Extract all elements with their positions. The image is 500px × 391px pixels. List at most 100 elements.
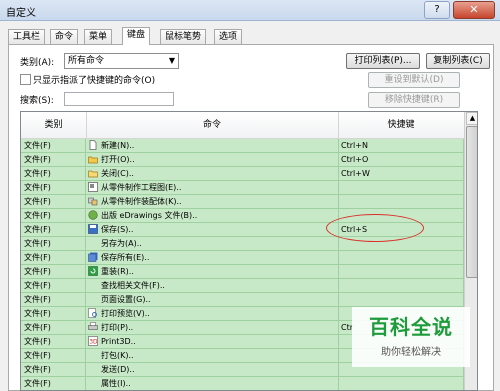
row-command: 3D Print3D.. bbox=[86, 335, 339, 348]
scroll-thumb[interactable] bbox=[466, 126, 477, 278]
row-category: 文件(F) bbox=[21, 195, 86, 208]
table-row[interactable]: 文件(F) 从零件制作装配体(K).. bbox=[21, 195, 477, 209]
watermark-title: 百科全说 bbox=[369, 315, 453, 339]
row-category: 文件(F) bbox=[21, 153, 86, 166]
table-row[interactable]: 文件(F) 保存所有(E).. bbox=[21, 251, 477, 265]
row-category: 文件(F) bbox=[21, 237, 86, 250]
row-shortcut[interactable] bbox=[338, 279, 464, 292]
row-command-label: 打印(P).. bbox=[101, 323, 134, 332]
row-category: 文件(F) bbox=[21, 293, 86, 306]
header-command[interactable]: 命令 bbox=[86, 112, 339, 138]
row-category: 文件(F) bbox=[21, 363, 86, 376]
table-row[interactable]: 文件(F) 重装(R).. bbox=[21, 265, 477, 279]
watermark-subtitle: 助你轻松解决 bbox=[381, 347, 441, 358]
row-category: 文件(F) bbox=[21, 139, 86, 152]
row-category: 文件(F) bbox=[21, 167, 86, 180]
close-button[interactable]: ✕ bbox=[453, 1, 495, 19]
highlight-ring bbox=[326, 214, 424, 242]
row-category: 文件(F) bbox=[21, 307, 86, 320]
tab-strip: 工具栏 命令 菜单 键盘 鼠标笔势 选项 bbox=[8, 27, 488, 45]
row-command: 保存所有(E).. bbox=[86, 251, 339, 264]
row-command-label: Print3D.. bbox=[101, 337, 136, 346]
row-shortcut[interactable]: Ctrl+W bbox=[338, 167, 464, 180]
only-shortcuts-checkbox[interactable] bbox=[20, 74, 31, 85]
header-category[interactable]: 类别 bbox=[21, 112, 87, 138]
row-command-label: 页面设置(G).. bbox=[101, 295, 151, 304]
header-shortcut[interactable]: 快捷键 bbox=[338, 112, 465, 138]
tab-toolbars[interactable]: 工具栏 bbox=[8, 29, 46, 44]
tab-keyboard[interactable]: 键盘 bbox=[122, 27, 151, 45]
tab-mouse-gestures[interactable]: 鼠标笔势 bbox=[160, 29, 207, 44]
row-shortcut[interactable] bbox=[338, 195, 464, 208]
row-command-label: 保存(S).. bbox=[101, 225, 134, 234]
row-category: 文件(F) bbox=[21, 335, 86, 348]
search-label: 搜索(S): bbox=[20, 96, 54, 106]
category-label: 类别(A): bbox=[20, 58, 55, 68]
table-row[interactable]: 文件(F) 打开(O).. Ctrl+O bbox=[21, 153, 477, 167]
scroll-up-icon[interactable]: ▲ bbox=[466, 112, 477, 125]
row-command: 另存为(A).. bbox=[86, 237, 339, 250]
row-command: 打印(P).. bbox=[86, 321, 339, 334]
row-command-label: 打包(K).. bbox=[101, 351, 134, 360]
row-command: 属性(I).. bbox=[86, 377, 339, 390]
row-category: 文件(F) bbox=[21, 181, 86, 194]
row-shortcut[interactable] bbox=[338, 251, 464, 264]
category-select[interactable]: 所有命令 ▼ bbox=[64, 53, 179, 69]
watermark: 百科全说 助你轻松解决 bbox=[352, 307, 470, 367]
row-category: 文件(F) bbox=[21, 321, 86, 334]
table-row[interactable]: 文件(F) 页面设置(G).. bbox=[21, 293, 477, 307]
row-command-label: 重装(R).. bbox=[101, 267, 134, 276]
row-command: 打包(K).. bbox=[86, 349, 339, 362]
row-shortcut[interactable] bbox=[338, 293, 464, 306]
row-command: 重装(R).. bbox=[86, 265, 339, 278]
copy-list-button[interactable]: 复制列表(C) bbox=[426, 53, 490, 69]
row-command-label: 打印预览(V).. bbox=[101, 309, 150, 318]
title-bar: 自定义 ? ✕ bbox=[0, 0, 500, 21]
row-shortcut[interactable]: Ctrl+O bbox=[338, 153, 464, 166]
row-command-label: 属性(I).. bbox=[101, 379, 131, 388]
row-command: 发送(D).. bbox=[86, 363, 339, 376]
print-list-button[interactable]: 打印列表(P)... bbox=[346, 53, 420, 69]
row-category: 文件(F) bbox=[21, 251, 86, 264]
svg-text:3D: 3D bbox=[89, 339, 98, 346]
row-shortcut[interactable] bbox=[338, 181, 464, 194]
tab-commands[interactable]: 命令 bbox=[50, 29, 79, 44]
row-command-label: 从零件制作工程图(E).. bbox=[101, 183, 182, 192]
row-command-label: 发送(D).. bbox=[101, 365, 135, 374]
row-category: 文件(F) bbox=[21, 377, 86, 390]
tab-options[interactable]: 选项 bbox=[214, 29, 243, 44]
table-row[interactable]: 文件(F) 从零件制作工程图(E).. bbox=[21, 181, 477, 195]
search-input[interactable] bbox=[64, 92, 174, 106]
row-command-label: 另存为(A).. bbox=[101, 239, 142, 248]
row-command: 新建(N).. bbox=[86, 139, 339, 152]
row-shortcut[interactable]: Ctrl+N bbox=[338, 139, 464, 152]
category-value: 所有命令 bbox=[68, 56, 105, 66]
row-command: 关闭(C).. bbox=[86, 167, 339, 180]
row-category: 文件(F) bbox=[21, 279, 86, 292]
row-command: 保存(S).. bbox=[86, 223, 339, 236]
table-row[interactable]: 文件(F) 新建(N).. Ctrl+N bbox=[21, 139, 477, 153]
row-command-label: 从零件制作装配体(K).. bbox=[101, 197, 182, 206]
row-command-label: 保存所有(E).. bbox=[101, 253, 150, 262]
row-command: 出版 eDrawings 文件(B).. bbox=[86, 209, 339, 222]
table-header: 类别 命令 快捷键 bbox=[21, 112, 477, 139]
table-row[interactable]: 文件(F) 另存为(A).. bbox=[21, 237, 477, 251]
row-command-label: 关闭(C).. bbox=[101, 169, 134, 178]
row-command: 打印预览(V).. bbox=[86, 307, 339, 320]
help-button[interactable]: ? bbox=[424, 1, 450, 19]
tab-menus[interactable]: 菜单 bbox=[84, 29, 113, 44]
row-category: 文件(F) bbox=[21, 349, 86, 362]
row-command: 打开(O).. bbox=[86, 153, 339, 166]
row-shortcut[interactable] bbox=[338, 265, 464, 278]
table-row[interactable]: 文件(F) 查找相关文件(F).. bbox=[21, 279, 477, 293]
row-category: 文件(F) bbox=[21, 265, 86, 278]
row-shortcut[interactable] bbox=[338, 377, 464, 390]
only-shortcuts-label: 只显示指派了快捷键的命令(O) bbox=[33, 76, 156, 86]
row-command: 从零件制作装配体(K).. bbox=[86, 195, 339, 208]
row-command-label: 查找相关文件(F).. bbox=[101, 281, 165, 290]
remove-shortcut-button[interactable]: 移除快捷键(R) bbox=[368, 92, 460, 108]
table-row[interactable]: 文件(F) 关闭(C).. Ctrl+W bbox=[21, 167, 477, 181]
row-command-label: 新建(N).. bbox=[101, 141, 135, 150]
chevron-down-icon: ▼ bbox=[168, 56, 175, 65]
reset-default-button[interactable]: 重设到默认(D) bbox=[368, 72, 460, 88]
